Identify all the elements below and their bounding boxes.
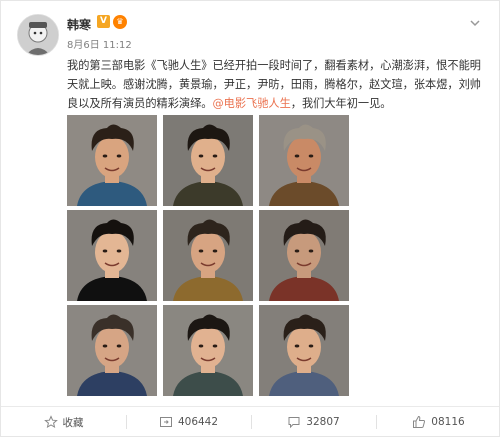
comment-icon [287, 415, 301, 429]
like-button[interactable]: 08116 [376, 407, 500, 437]
vip-icon[interactable]: ♛ [113, 15, 127, 29]
comment-button[interactable]: 32807 [251, 407, 376, 437]
post-time[interactable]: 8月6日 11:12 [67, 36, 132, 51]
photo-thumbnail[interactable] [259, 210, 349, 301]
action-bar: 收藏 406442 32807 08116 [1, 407, 500, 437]
repost-count: 406442 [177, 416, 219, 428]
photo-thumbnail[interactable] [259, 115, 349, 206]
avatar-image [18, 15, 58, 55]
photo-thumbnail[interactable] [67, 210, 157, 301]
like-icon [412, 415, 426, 429]
photo-thumbnail[interactable] [163, 210, 253, 301]
comment-count: 32807 [306, 416, 340, 428]
photo-thumbnail[interactable] [259, 305, 349, 396]
weibo-post-card: 韩寒 V ♛ 8月6日 11:12 我的第三部电影《飞驰人生》已经开拍一段时间了… [0, 0, 500, 437]
photo-thumbnail[interactable] [67, 305, 157, 396]
chevron-down-icon[interactable] [468, 15, 482, 29]
favorite-button[interactable]: 收藏 [1, 407, 126, 437]
mention-link[interactable]: @电影飞驰人生 [212, 97, 290, 110]
photo-thumbnail[interactable] [163, 115, 253, 206]
favorite-label: 收藏 [62, 416, 84, 429]
verified-badge: V [97, 15, 110, 28]
star-icon [43, 415, 58, 429]
like-count: 08116 [431, 416, 465, 428]
photo-grid [67, 115, 349, 396]
username[interactable]: 韩寒 [67, 16, 91, 33]
user-avatar[interactable] [17, 14, 59, 56]
repost-icon [159, 415, 173, 429]
photo-thumbnail[interactable] [163, 305, 253, 396]
photo-thumbnail[interactable] [67, 115, 157, 206]
post-text-tail: ，我们大年初一见。 [290, 97, 392, 110]
repost-button[interactable]: 406442 [126, 407, 251, 437]
post-text: 我的第三部电影《飞驰人生》已经开拍一段时间了，翻看素材，心潮澎湃，恨不能明天就上… [67, 56, 485, 113]
